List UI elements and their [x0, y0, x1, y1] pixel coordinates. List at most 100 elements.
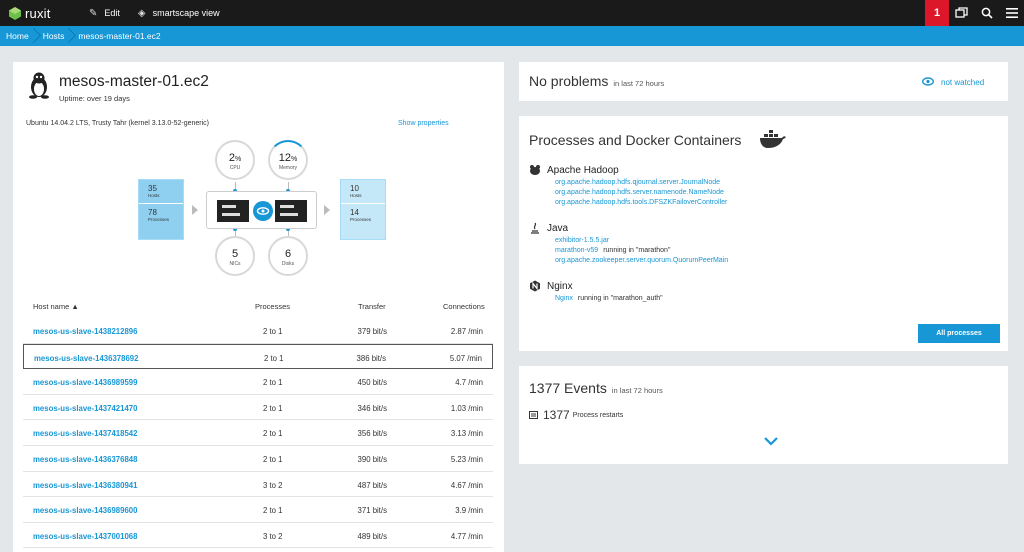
hadoop-icon [530, 165, 540, 175]
process-link[interactable]: marathon-v59 [555, 247, 598, 254]
host-servers[interactable] [206, 191, 317, 229]
watch-toggle[interactable]: not watched [941, 78, 984, 87]
row-processes: 2 to 1 [264, 353, 284, 363]
table-row[interactable]: mesos-us-slave-1436989599 2 to 1 450 bit/s… [23, 369, 493, 395]
ruxit-logo-icon [9, 7, 21, 20]
problems-title: No problems [529, 73, 609, 89]
docker-icon [760, 130, 786, 148]
breadcrumb: Home Hosts mesos-master-01.ec2 [0, 26, 1024, 46]
row-host-link[interactable]: mesos-us-slave-1436380941 [33, 481, 137, 490]
edit-button[interactable]: ✎ Edit [80, 0, 129, 26]
windows-icon[interactable] [949, 0, 974, 26]
table-row[interactable]: mesos-us-slave-1436380941 3 to 2 487 bit/s… [23, 472, 493, 498]
process-link[interactable]: org.apache.hadoop.hdfs.tools.DFSZKFailov… [529, 198, 727, 208]
row-host-link[interactable]: mesos-us-slave-1438212896 [33, 327, 137, 336]
row-processes: 2 to 1 [263, 327, 283, 336]
outgoing-processes-label: Processes [350, 217, 372, 222]
outgoing-box[interactable]: 10 Hosts 14 Processes [340, 179, 386, 240]
outgoing-hosts-count: 10 [350, 184, 359, 193]
table-row[interactable]: mesos-us-slave-1436989600 2 to 1 371 bit/s… [23, 497, 493, 523]
breadcrumb-home[interactable]: Home [0, 26, 37, 46]
column-transfer[interactable]: Transfer [358, 302, 386, 311]
group-name: Java [547, 222, 569, 234]
row-host-link[interactable]: mesos-us-slave-1437421470 [33, 404, 137, 413]
chevron-down-icon[interactable] [764, 436, 778, 446]
row-transfer: 390 bit/s [357, 454, 387, 464]
nics-gauge[interactable]: 5 NICs [215, 236, 255, 276]
problem-count-badge[interactable]: 1 [925, 0, 949, 26]
edit-label: Edit [104, 8, 120, 18]
layers-icon: ◈ [137, 7, 146, 19]
incoming-processes-count: 78 [148, 208, 157, 217]
row-host-link[interactable]: mesos-us-slave-1436378692 [34, 354, 138, 363]
incoming-box[interactable]: 35 Hosts 78 Processes [138, 179, 184, 240]
group-name: Nginx [547, 280, 573, 292]
row-transfer: 487 bit/s [357, 480, 387, 490]
process-link[interactable]: org.apache.zookeeper.server.quorum.Quoru… [529, 256, 728, 266]
table-row[interactable]: mesos-us-slave-1437418542 2 to 1 356 bit/s… [23, 420, 493, 446]
table-row[interactable]: mesos-us-slave-1437421470 2 to 1 346 bit/s… [23, 395, 493, 421]
process-link[interactable]: exhibitor-1.5.5.jar [529, 236, 728, 246]
row-connections: 3.13 /min [450, 429, 483, 439]
memory-gauge[interactable]: 12% Memory [268, 140, 308, 180]
row-transfer: 489 bit/s [357, 531, 387, 541]
restart-icon [529, 411, 538, 419]
search-icon[interactable] [974, 0, 999, 26]
memory-value: 12 [278, 152, 291, 164]
row-connections: 2.87 /min [450, 327, 483, 336]
problems-card: No problems in last 72 hours not watched [519, 62, 1008, 101]
row-connections: 5.23 /min [450, 454, 483, 464]
incoming-hosts-label: Hosts [148, 193, 160, 198]
row-processes: 2 to 1 [263, 403, 283, 413]
outgoing-hosts-label: Hosts [350, 193, 362, 198]
row-transfer: 379 bit/s [357, 327, 387, 336]
breadcrumb-hosts[interactable]: Hosts [37, 26, 73, 46]
server-icon [275, 200, 307, 222]
row-host-link[interactable]: mesos-us-slave-1437418542 [33, 429, 137, 438]
logo-text: ruxit [25, 5, 51, 21]
row-transfer: 356 bit/s [357, 429, 387, 439]
process-link[interactable]: org.apache.hadoop.hdfs.qjournal.server.J… [529, 178, 727, 188]
process-link[interactable]: org.apache.hadoop.hdfs.server.namenode.N… [529, 188, 727, 198]
menu-icon[interactable] [999, 0, 1024, 26]
row-connections: 4.7 /min [455, 378, 483, 388]
row-processes: 3 to 2 [263, 480, 283, 490]
process-container-note: running in "marathon_auth" [577, 295, 663, 302]
row-host-link[interactable]: mesos-us-slave-1436376848 [33, 455, 137, 464]
process-container-note: running in "marathon" [603, 247, 671, 254]
table-row[interactable]: mesos-us-slave-1436376848 2 to 1 390 bit/s… [23, 446, 493, 472]
outgoing-processes-count: 14 [350, 208, 359, 217]
eye-icon[interactable] [253, 201, 273, 221]
incoming-processes-label: Processes [148, 217, 170, 222]
process-group-java: Java exhibitor-1.5.5.jar marathon-v59 run… [529, 222, 728, 266]
events-period: in last 72 hours [611, 386, 663, 395]
ruxit-logo[interactable]: ruxit [0, 0, 80, 26]
nics-label: NICs [229, 261, 241, 267]
row-host-link[interactable]: mesos-us-slave-1436989600 [33, 506, 137, 515]
table-row[interactable]: mesos-us-slave-1437001068 3 to 2 489 bit/s… [23, 523, 493, 549]
row-host-link[interactable]: mesos-us-slave-1436989599 [33, 378, 137, 387]
breadcrumb-current-host[interactable]: mesos-master-01.ec2 [72, 26, 168, 46]
restart-label: Process restarts [572, 411, 624, 419]
cpu-gauge[interactable]: 2% CPU [215, 140, 255, 180]
smartscape-button[interactable]: ◈ smartscape view [129, 0, 229, 26]
row-host-link[interactable]: mesos-us-slave-1437001068 [33, 532, 137, 541]
row-processes: 2 to 1 [263, 454, 283, 464]
column-connections[interactable]: Connections [443, 302, 485, 311]
process-link[interactable]: Nginx [555, 295, 573, 302]
table-row[interactable]: mesos-us-slave-1438212896 2 to 1 379 bit/s… [23, 318, 493, 344]
process-restarts-row[interactable]: 1377 Process restarts [529, 408, 623, 422]
java-icon [531, 222, 539, 234]
row-connections: 5.07 /min [449, 353, 482, 363]
host-diagram: 2% CPU 12% Memory 5 NICs 6 Disks 35 Host… [13, 62, 504, 302]
problems-period: in last 72 hours [613, 79, 665, 88]
column-host-name[interactable]: Host name ▲ [33, 302, 79, 311]
eye-icon [922, 77, 934, 86]
cpu-label: CPU [229, 165, 241, 171]
disks-value: 6 [284, 248, 292, 260]
all-processes-button[interactable]: All processes [918, 324, 1000, 343]
table-row-selected[interactable]: mesos-us-slave-1436378692 2 to 1 386 bit/s… [23, 343, 493, 370]
column-processes[interactable]: Processes [255, 302, 290, 311]
row-connections: 3.9 /min [455, 506, 483, 516]
disks-gauge[interactable]: 6 Disks [268, 236, 308, 276]
